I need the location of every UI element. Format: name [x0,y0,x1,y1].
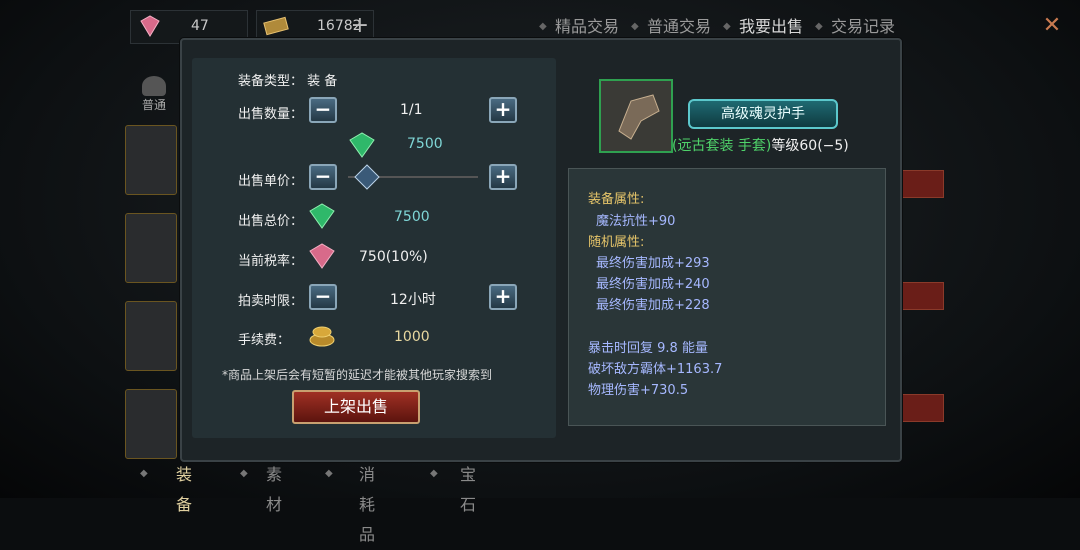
price-minus-button[interactable]: − [309,164,337,190]
gold-coin-icon [309,326,335,347]
close-icon[interactable]: ✕ [1034,8,1070,44]
background-button [900,394,944,422]
gauntlet-icon [599,79,673,153]
green-gem-icon [309,203,335,229]
time-value: 12小时 [390,292,436,308]
background-button [900,170,944,198]
attribute-line: 魔法抗性+90 [596,214,676,229]
item-set-info: (远古套装 手套) [672,138,772,154]
attribute-line: 最终伤害加成+293 [596,256,710,271]
gauntlet-art [618,94,660,140]
attribute-line: 破坏敌方霸体+1163.7 [588,362,723,377]
time-minus-button[interactable]: − [309,284,337,310]
attribute-line: 暴击时回复 9.8 能量 [588,341,708,356]
item-level-info: 等级60(−5) [771,138,849,154]
type-label: 装备类型： [238,74,304,89]
qty-minus-button[interactable]: − [309,97,337,123]
total-label: 出售总价： [238,214,304,229]
time-plus-button[interactable]: + [489,284,517,310]
gem-count: 47 [191,18,209,34]
qty-value: 1/1 [400,102,423,118]
item-subtitle: (远古套装 手套)等级60(−5) [672,135,849,155]
tab-materials[interactable]: 素 材 [266,460,282,520]
total-value: 7500 [394,209,430,225]
type-row: 装备类型： 装 备 [238,70,337,89]
tab-gems[interactable]: 宝 石 [460,460,476,520]
qty-label: 出售数量： [238,107,304,122]
ticket-icon [263,16,289,36]
unit-price-value: 7500 [407,136,443,152]
tab-consumables[interactable]: 消耗品 [359,460,375,550]
attribute-line: 最终伤害加成+228 [596,298,710,313]
item-name: 高级魂灵护手 [688,99,838,129]
attribute-line: 装备属性: [588,192,645,207]
time-label: 拍卖时限： [238,294,304,309]
background-item [125,125,177,195]
price-plus-button[interactable]: + [489,164,517,190]
qty-plus-button[interactable]: + [489,97,517,123]
background-item-list [125,75,185,477]
attribute-line: 物理伤害+730.5 [588,383,689,398]
list-for-sale-button[interactable]: 上架出售 [292,390,420,424]
attribute-line: 最终伤害加成+240 [596,277,710,292]
green-gem-icon [349,132,375,158]
pink-gem-icon [140,15,160,37]
background-item [125,389,177,459]
background-item [125,301,177,371]
unit-price-label: 出售单价： [238,174,304,189]
tax-label: 当前税率： [238,254,304,269]
fee-value: 1000 [394,329,430,345]
background-button [900,282,944,310]
add-ticket-button[interactable]: + [351,13,369,38]
background-item [125,213,177,283]
listing-note: *商品上架后会有短暂的延迟才能被其他玩家搜索到 [222,368,493,382]
type-value: 装 备 [307,74,338,89]
tax-value: 750(10%) [359,249,428,265]
fee-label: 手续费： [238,333,291,348]
pink-gem-icon [309,243,335,269]
attribute-line: 随机属性: [588,235,645,250]
slider-knob-icon[interactable] [354,164,380,190]
tab-equipment[interactable]: 装 备 [176,460,192,520]
